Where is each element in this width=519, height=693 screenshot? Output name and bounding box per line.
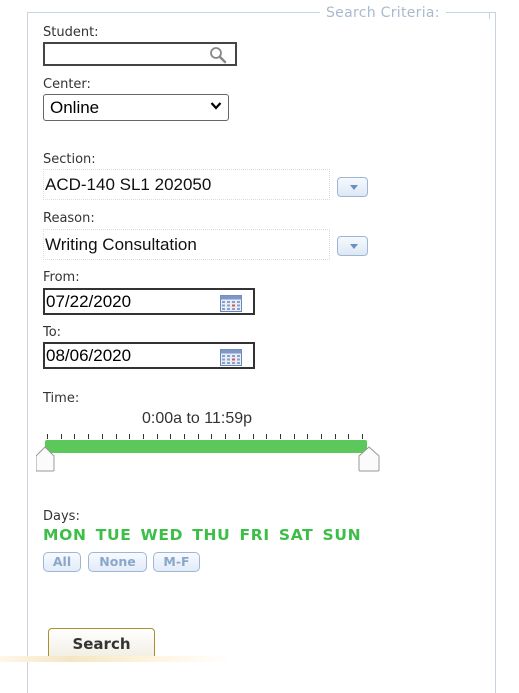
from-date-value: 07/22/2020 xyxy=(46,292,132,311)
from-label: From: xyxy=(43,270,80,285)
time-slider-tick xyxy=(238,434,240,439)
time-slider-tick xyxy=(184,434,185,439)
time-slider-tick xyxy=(211,434,213,439)
time-slider-tick xyxy=(60,434,62,439)
to-date-input[interactable]: 08/06/2020 xyxy=(43,342,255,369)
time-slider-tick xyxy=(115,434,117,439)
time-slider-tick xyxy=(252,434,254,439)
student-label: Student: xyxy=(43,25,99,40)
time-slider-tick xyxy=(47,434,48,439)
center-label: Center: xyxy=(43,77,91,92)
reason-label: Reason: xyxy=(43,211,95,226)
to-date-value: 08/06/2020 xyxy=(46,346,132,365)
time-slider-tick xyxy=(266,434,268,439)
time-slider-start-handle[interactable] xyxy=(36,446,56,472)
student-input[interactable] xyxy=(43,42,237,66)
time-slider-tick xyxy=(225,434,227,439)
day-toggle-thu[interactable]: THU xyxy=(192,526,230,544)
day-toggle-mon[interactable]: MON xyxy=(43,526,87,544)
time-label: Time: xyxy=(43,391,80,406)
time-slider-tick xyxy=(307,434,309,439)
time-slider-tick xyxy=(170,434,172,439)
day-toggle-sat[interactable]: SAT xyxy=(279,526,314,544)
center-selected-value: Online xyxy=(50,98,100,117)
calendar-icon[interactable] xyxy=(220,349,242,366)
time-slider-tick xyxy=(142,434,144,439)
chevron-down-icon xyxy=(210,102,222,110)
section-value: ACD-140 SL1 202050 xyxy=(45,175,212,194)
time-slider-tick xyxy=(334,434,336,439)
dropdown-arrow-icon xyxy=(350,185,358,190)
days-row: MON TUE WED THU FRI SAT SUN xyxy=(43,526,370,544)
days-mf-button[interactable]: M-F xyxy=(153,552,200,572)
to-label: To: xyxy=(43,325,62,340)
time-range-text: 0:00a to 11:59p xyxy=(142,410,253,427)
time-slider-tick xyxy=(279,434,281,439)
magnifier-icon[interactable] xyxy=(209,46,227,64)
time-slider-tick xyxy=(156,434,158,439)
time-slider-tick xyxy=(129,434,131,439)
bottom-highlight-strip xyxy=(0,656,230,662)
section-label: Section: xyxy=(43,152,96,167)
time-slider-tick xyxy=(293,434,295,439)
search-criteria-legend: Search Criteria: xyxy=(320,5,446,21)
day-toggle-tue[interactable]: TUE xyxy=(96,526,132,544)
days-label: Days: xyxy=(43,509,80,524)
day-toggle-fri[interactable]: FRI xyxy=(239,526,269,544)
time-slider-tick xyxy=(348,434,350,439)
center-select[interactable]: Online xyxy=(43,94,229,121)
time-slider-tick xyxy=(74,434,76,439)
from-date-input[interactable]: 07/22/2020 xyxy=(43,288,255,315)
time-slider-tick xyxy=(321,434,322,439)
time-slider-tick xyxy=(88,434,90,439)
section-dropdown-button[interactable] xyxy=(337,177,368,197)
day-toggle-wed[interactable]: WED xyxy=(141,526,184,544)
reason-combobox[interactable]: Writing Consultation xyxy=(43,229,330,260)
time-slider-range[interactable] xyxy=(45,440,367,453)
dropdown-arrow-icon xyxy=(350,244,358,249)
time-slider-tick xyxy=(362,434,364,439)
days-none-button[interactable]: None xyxy=(88,552,147,572)
time-slider-tick xyxy=(101,434,103,439)
days-all-button[interactable]: All xyxy=(43,552,81,572)
time-slider-tick xyxy=(197,434,199,439)
day-toggle-sun[interactable]: SUN xyxy=(322,526,361,544)
time-slider-end-handle[interactable] xyxy=(358,446,380,472)
legend-tail xyxy=(481,12,490,19)
section-combobox[interactable]: ACD-140 SL1 202050 xyxy=(43,169,330,200)
reason-dropdown-button[interactable] xyxy=(337,236,368,256)
reason-value: Writing Consultation xyxy=(45,235,197,254)
calendar-icon[interactable] xyxy=(220,295,242,312)
